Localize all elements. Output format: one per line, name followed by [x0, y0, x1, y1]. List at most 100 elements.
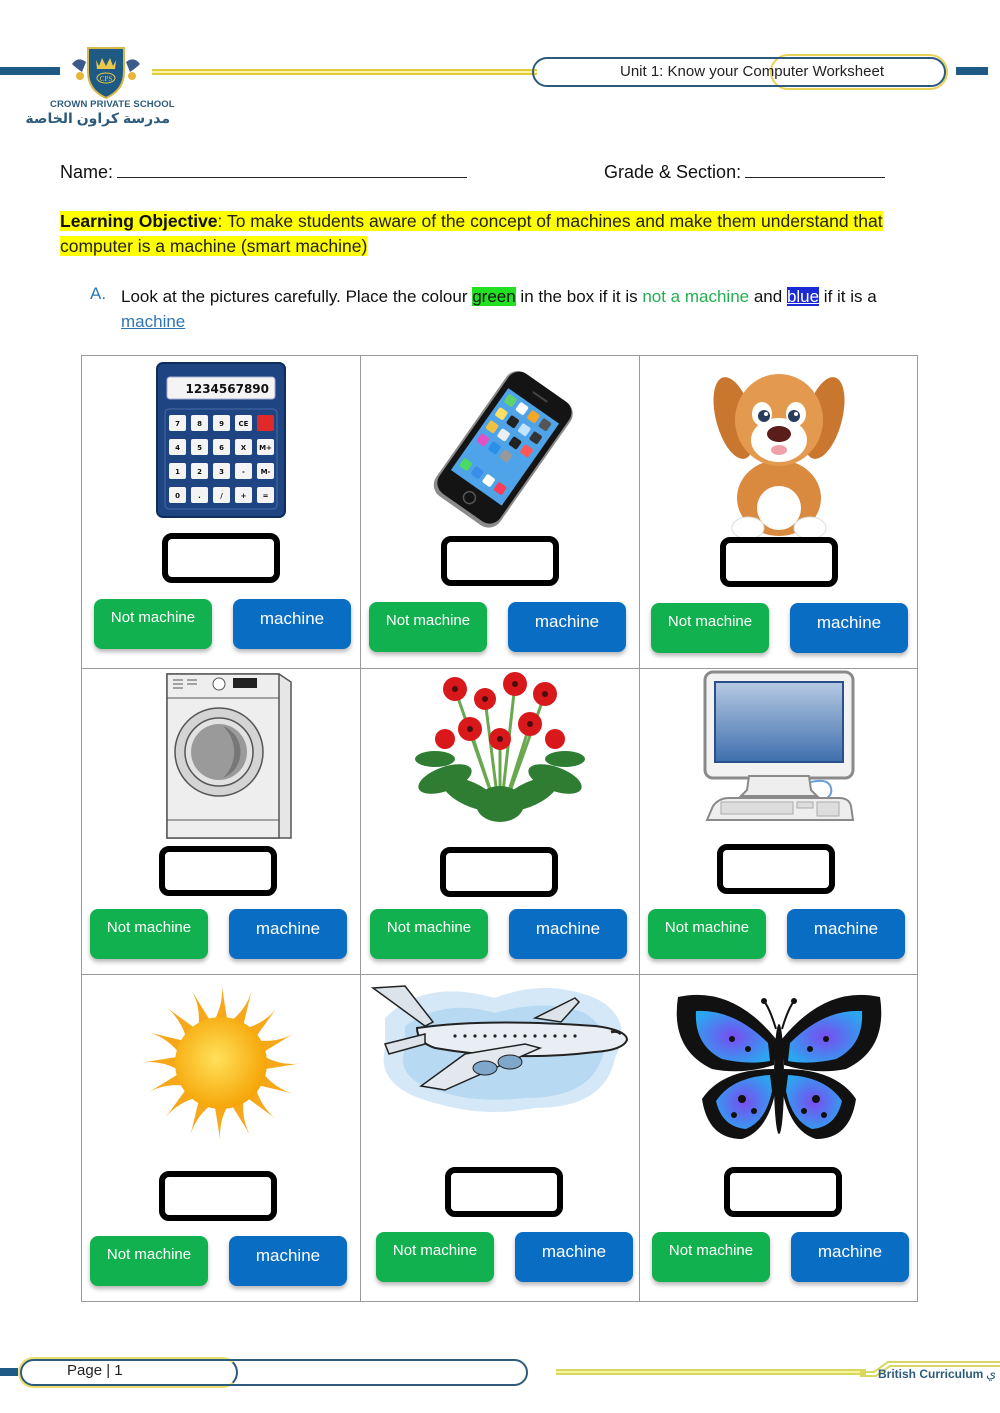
svg-text:4: 4 [175, 444, 180, 452]
grid-cell-desktop-computer: Not machine machine [640, 669, 917, 975]
green-keyword: green [472, 287, 516, 306]
page-number: Page | 1 [67, 1362, 123, 1379]
picture-grid: 1234567890 7 8 9 CE 4 5 6 X M+ 1 2 3 - M- 0. / + = Not… [81, 355, 918, 1302]
svg-text:5: 5 [197, 444, 202, 452]
svg-text:8: 8 [197, 420, 202, 428]
airplane-image [365, 978, 635, 1123]
name-field[interactable]: Name: [60, 162, 468, 183]
not-machine-button[interactable]: Not machine [90, 1236, 208, 1286]
puppy-image [704, 358, 854, 543]
sun-image [137, 979, 305, 1152]
sun-ray [214, 981, 228, 1020]
not-machine-button[interactable]: Not machine [651, 603, 769, 653]
learning-objective: Learning Objective: To make students awa… [60, 209, 940, 259]
flowers-image [415, 669, 585, 834]
grid-cell-sun: Not machine machine [82, 975, 361, 1301]
not-machine-button[interactable]: Not machine [94, 599, 212, 649]
svg-text:6: 6 [219, 444, 224, 452]
answer-box[interactable] [162, 533, 280, 583]
grid-cell-butterfly: Not machine machine [640, 975, 917, 1301]
footer-arabic-glyph: ي [986, 1366, 997, 1381]
school-logo: CPS [66, 42, 146, 104]
machine-button[interactable]: machine [229, 1236, 347, 1286]
not-machine-button[interactable]: Not machine [376, 1232, 494, 1282]
question-instruction: Look at the pictures carefully. Place th… [121, 284, 941, 334]
svg-text:0: 0 [175, 492, 180, 500]
name-blank[interactable] [117, 163, 468, 178]
machine-button[interactable]: machine [790, 603, 908, 653]
name-label: Name: [60, 162, 114, 182]
grade-section-field[interactable]: Grade & Section: [604, 162, 886, 183]
washing-machine-image [159, 670, 295, 847]
machine-button[interactable]: machine [229, 909, 347, 959]
butterfly-image [672, 989, 886, 1154]
svg-text:3: 3 [219, 468, 224, 476]
svg-text:X: X [241, 444, 247, 452]
header-accent-bar-right [956, 67, 988, 75]
question-letter: A. [90, 284, 107, 303]
machine-button[interactable]: machine [233, 599, 351, 649]
footer-accent-bar [0, 1368, 18, 1376]
instruction-text: and [749, 287, 787, 306]
answer-box[interactable] [439, 847, 558, 897]
not-machine-button[interactable]: Not machine [648, 909, 766, 959]
svg-text:7: 7 [175, 420, 180, 428]
machine-button[interactable]: machine [515, 1232, 633, 1282]
svg-text:1234567890: 1234567890 [186, 382, 270, 396]
sun-ray [264, 1056, 303, 1070]
blue-keyword: blue [786, 287, 820, 306]
svg-text:CPS: CPS [100, 75, 113, 83]
machine-word: machine [121, 312, 186, 331]
grid-cell-washing-machine: Not machine machine [82, 669, 361, 975]
curriculum-label: British Curriculum [878, 1367, 984, 1381]
desktop-computer-image [699, 670, 859, 833]
machine-button[interactable]: machine [508, 602, 626, 652]
svg-text:/: / [220, 492, 223, 500]
instruction-text: Look at the pictures carefully. Place th… [121, 287, 473, 306]
grade-section-blank[interactable] [745, 163, 886, 178]
svg-text:M-: M- [261, 468, 271, 476]
sun-ray [139, 1056, 178, 1070]
answer-box[interactable] [723, 1167, 842, 1217]
svg-text:-: - [242, 468, 245, 476]
grid-cell-flowers: Not machine machine [361, 669, 640, 975]
grid-cell-puppy: Not machine machine [640, 356, 917, 669]
machine-button[interactable]: machine [787, 909, 905, 959]
sun-ray [214, 1106, 228, 1145]
svg-text:CE: CE [239, 420, 249, 428]
not-machine-button[interactable]: Not machine [369, 602, 487, 652]
grid-cell-airplane: Not machine machine [361, 975, 640, 1301]
answer-box[interactable] [159, 846, 278, 896]
machine-button[interactable]: machine [509, 909, 627, 959]
svg-text:2: 2 [197, 468, 202, 476]
grade-section-label: Grade & Section: [604, 162, 742, 182]
answer-box[interactable] [441, 536, 559, 586]
machine-button[interactable]: machine [791, 1232, 909, 1282]
svg-text:M+: M+ [259, 444, 272, 452]
school-name-arabic: مدرسة كراون الخاصة [25, 110, 170, 126]
answer-box[interactable] [445, 1167, 564, 1217]
school-name-english: CROWN PRIVATE SCHOOL [50, 99, 175, 110]
answer-box[interactable] [716, 844, 835, 894]
answer-box[interactable] [719, 537, 838, 587]
instruction-text: if it is a [819, 287, 877, 306]
svg-text:9: 9 [219, 420, 224, 428]
worksheet-title: Unit 1: Know your Computer Worksheet [620, 63, 885, 80]
instruction-text: in the box if it is [515, 287, 643, 306]
svg-text:.: . [198, 492, 201, 500]
calculator-image: 1234567890 7 8 9 CE 4 5 6 X M+ 1 2 3 - M- 0. / + = [155, 361, 287, 524]
answer-box[interactable] [159, 1171, 278, 1221]
objective-label: Learning Objective [60, 211, 218, 231]
header-accent-bar-left [0, 67, 60, 75]
not-machine-button[interactable]: Not machine [652, 1232, 770, 1282]
not-machine-phrase: not a machine [642, 287, 750, 306]
svg-text:=: = [263, 492, 269, 500]
svg-text:+: + [241, 492, 247, 500]
grid-cell-calculator: 1234567890 7 8 9 CE 4 5 6 X M+ 1 2 3 - M- 0. / + = Not… [82, 356, 361, 669]
grid-cell-smartphone: Not machine machine [361, 356, 640, 669]
not-machine-button[interactable]: Not machine [90, 909, 208, 959]
svg-text:1: 1 [175, 468, 180, 476]
footer-gold-rule [556, 1369, 866, 1375]
smartphone-image [415, 362, 585, 537]
not-machine-button[interactable]: Not machine [370, 909, 488, 959]
